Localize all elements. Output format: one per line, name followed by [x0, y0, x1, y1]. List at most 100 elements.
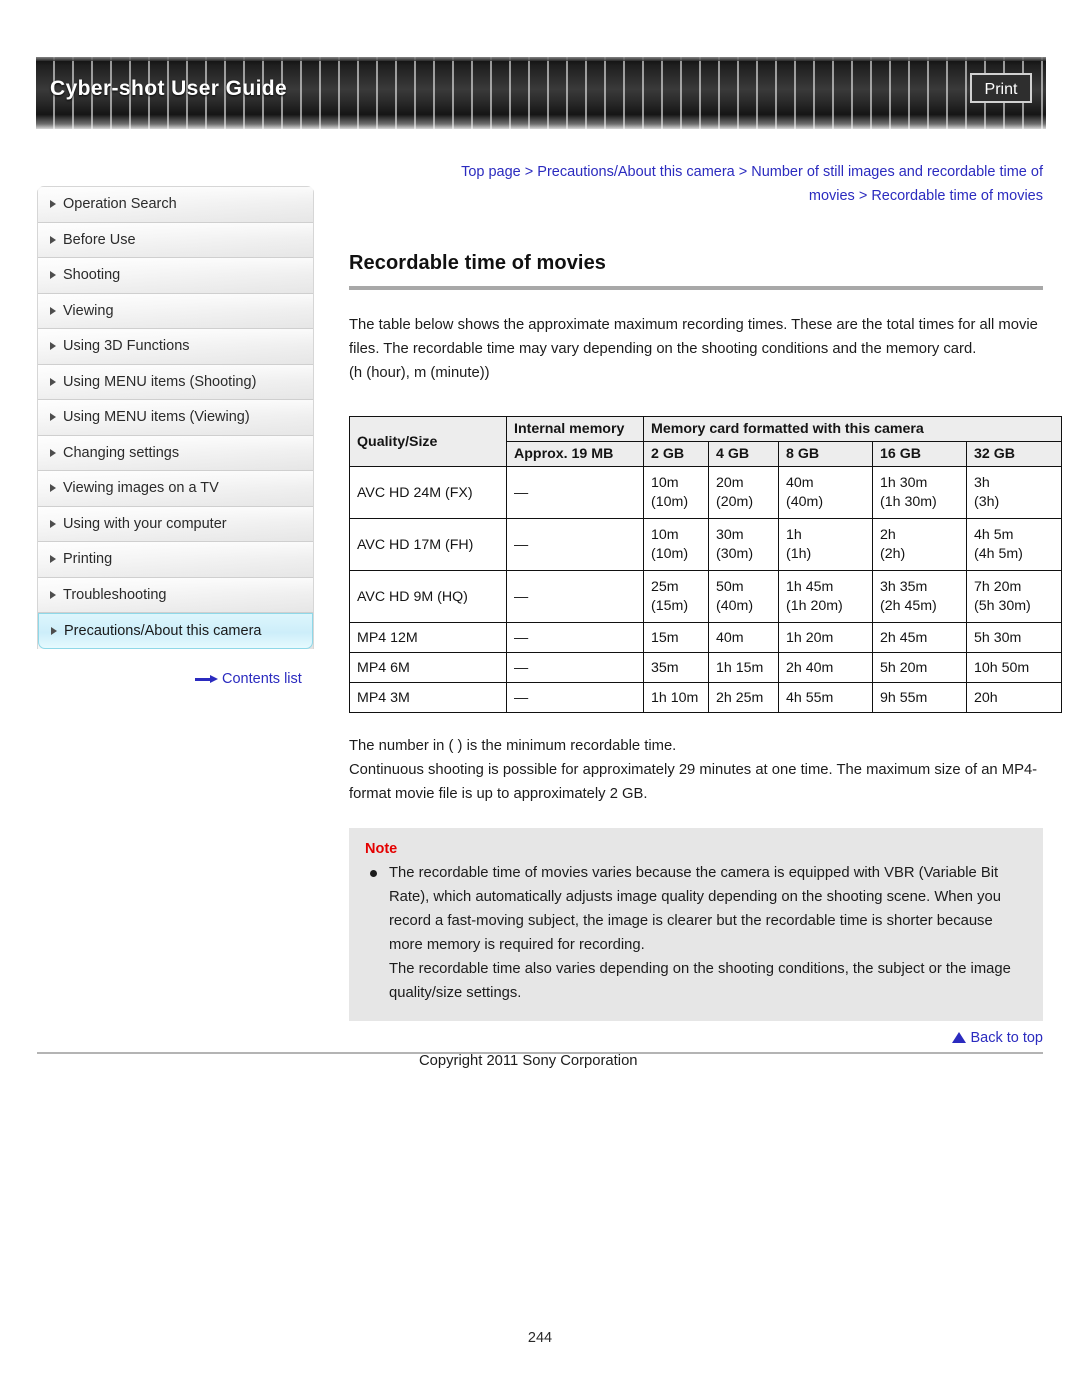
sidebar-item-troubleshooting[interactable]: Troubleshooting	[38, 577, 313, 613]
app-title: Cyber-shot User Guide	[50, 77, 288, 100]
cell-32gb: 10h 50m	[965, 652, 1063, 683]
cell-min-value: (30m)	[716, 545, 754, 562]
sidebar-item-using-menu-items-viewing[interactable]: Using MENU items (Viewing)	[38, 400, 313, 436]
table-header-group-row: Quality/Size Internal memory Memory card…	[349, 416, 1063, 467]
recordable-time-table: Quality/Size Internal memory Memory card…	[349, 416, 1063, 713]
sidebar-item-using-with-your-computer[interactable]: Using with your computer	[38, 506, 313, 542]
cell-16gb: 2h (2h)	[872, 518, 967, 571]
cell-quality: MP4 3M	[349, 682, 507, 713]
sidebar-item-using-3d-functions[interactable]: Using 3D Functions	[38, 329, 313, 365]
minimum-time-note: The number in ( ) is the minimum recorda…	[349, 738, 677, 754]
print-button[interactable]: Print	[970, 73, 1032, 103]
cell-32gb: 4h 5m (4h 5m)	[965, 518, 1063, 571]
cell-32gb: 20h	[965, 682, 1063, 713]
cell-value: 25m	[651, 578, 679, 595]
cell-16gb: 2h 45m	[872, 622, 967, 653]
table-subheader-4gb: 4 GB	[708, 441, 779, 467]
cell-2gb: 10m (10m)	[643, 466, 709, 519]
sidebar-item-shooting[interactable]: Shooting	[38, 258, 313, 294]
breadcrumb-line-1: Top page > Precautions/About this camera…	[461, 164, 1043, 180]
sidebar-item-printing[interactable]: Printing	[38, 542, 313, 578]
table-row: MP4 3M — 1h 10m 2h 25m 4h 55m 9h 55m 20h	[349, 682, 1063, 713]
sidebar-item-using-menu-items-shooting[interactable]: Using MENU items (Shooting)	[38, 364, 313, 400]
cell-8gb: 1h 45m (1h 20m)	[778, 570, 873, 623]
cell-value: 4h 5m	[974, 526, 1014, 543]
cell-4gb: 1h 15m	[708, 652, 779, 683]
cell-value: 1h	[786, 526, 802, 543]
table-subheader-8gb: 8 GB	[778, 441, 873, 467]
sidebar-item-label: Precautions/About this camera	[64, 623, 262, 639]
cell-4gb: 50m (40m)	[708, 570, 779, 623]
table-header-quality-size: Quality/Size	[349, 416, 507, 467]
sidebar-item-label: Using 3D Functions	[63, 338, 190, 354]
sidebar-item-before-use[interactable]: Before Use	[38, 222, 313, 258]
triangle-right-icon	[50, 271, 56, 280]
cell-8gb: 1h 20m	[778, 622, 873, 653]
cell-8gb: 2h 40m	[778, 652, 873, 683]
cell-2gb: 35m	[643, 652, 709, 683]
cell-quality: MP4 6M	[349, 652, 507, 683]
cell-value: 50m	[716, 578, 744, 595]
triangle-right-icon	[50, 519, 56, 528]
cell-2gb: 15m	[643, 622, 709, 653]
cell-16gb: 5h 20m	[872, 652, 967, 683]
cell-32gb: 5h 30m	[965, 622, 1063, 653]
breadcrumb-line-2: movies > Recordable time of movies	[808, 188, 1043, 204]
cell-4gb: 40m	[708, 622, 779, 653]
triangle-right-icon	[51, 626, 57, 635]
intro-text: The table below shows the approximate ma…	[349, 313, 1043, 385]
sidebar-item-precautions-about-this-camera[interactable]: Precautions/About this camera	[38, 613, 313, 649]
table-header-memory-card: Memory card formatted with this camera	[642, 416, 1063, 442]
cell-min-value: (1h)	[786, 545, 812, 562]
triangle-right-icon	[50, 200, 56, 209]
sidebar-item-viewing-images-on-a-tv[interactable]: Viewing images on a TV	[38, 471, 313, 507]
sidebar-item-label: Before Use	[63, 231, 136, 248]
cell-min-value: (15m)	[651, 597, 689, 614]
cell-8gb: 40m (40m)	[778, 466, 873, 519]
cell-value: 3h	[974, 474, 990, 491]
triangle-right-icon	[50, 590, 56, 599]
triangle-right-icon	[50, 448, 56, 457]
cell-internal: —	[506, 518, 644, 571]
sidebar-item-label: Using MENU items (Viewing)	[63, 409, 250, 425]
sidebar-item-changing-settings[interactable]: Changing settings	[38, 435, 313, 471]
cell-value: 1h 30m	[880, 474, 928, 491]
sidebar-item-operation-search[interactable]: Operation Search	[38, 187, 313, 223]
cell-4gb: 2h 25m	[708, 682, 779, 713]
sidebar-item-label: Using MENU items (Shooting)	[63, 373, 257, 390]
triangle-right-icon	[50, 484, 56, 493]
cell-value: 20m	[716, 474, 744, 491]
table-row: AVC HD 9M (HQ) — 25m (15m) 50m (40m) 1h …	[349, 570, 1063, 623]
sidebar-item-label: Shooting	[63, 267, 121, 283]
contents-list-label: Contents list	[222, 671, 302, 687]
back-to-top-label: Back to top	[970, 1030, 1043, 1046]
note-heading: Note	[365, 841, 398, 857]
page-number: 244	[527, 1330, 553, 1346]
intro-units: (h (hour), m (minute))	[349, 365, 490, 381]
breadcrumb[interactable]: Top page > Precautions/About this camera…	[349, 160, 1043, 208]
cell-8gb: 4h 55m	[778, 682, 873, 713]
cell-min-value: (10m)	[651, 545, 689, 562]
sidebar-item-label: Viewing	[63, 302, 114, 319]
sidebar-item-label: Troubleshooting	[63, 586, 167, 603]
cell-2gb: 25m (15m)	[643, 570, 709, 623]
back-to-top-link[interactable]: Back to top	[349, 1030, 1043, 1046]
sidebar-item-label: Printing	[63, 551, 113, 567]
sidebar-item-label: Using with your computer	[63, 515, 227, 532]
sidebar-item-viewing[interactable]: Viewing	[38, 293, 313, 329]
cell-value: 3h 35m	[880, 578, 928, 595]
cell-32gb: 7h 20m (5h 30m)	[965, 570, 1063, 623]
sidebar-item-label: Viewing images on a TV	[63, 480, 219, 496]
arrow-right-icon	[195, 674, 219, 684]
table-subheader-16gb: 16 GB	[872, 441, 967, 467]
cell-16gb: 1h 30m (1h 30m)	[872, 466, 967, 519]
cell-16gb: 3h 35m (2h 45m)	[872, 570, 967, 623]
cell-min-value: (20m)	[716, 493, 754, 510]
cell-value: 2h	[880, 526, 896, 543]
cell-min-value: (3h)	[974, 493, 1000, 510]
cell-4gb: 30m (30m)	[708, 518, 779, 571]
sidebar-item-label: Changing settings	[63, 444, 180, 461]
note-paragraph-1: The recordable time of movies varies bec…	[389, 865, 1001, 953]
triangle-right-icon	[50, 413, 56, 422]
contents-list-link[interactable]: Contents list	[195, 671, 302, 687]
